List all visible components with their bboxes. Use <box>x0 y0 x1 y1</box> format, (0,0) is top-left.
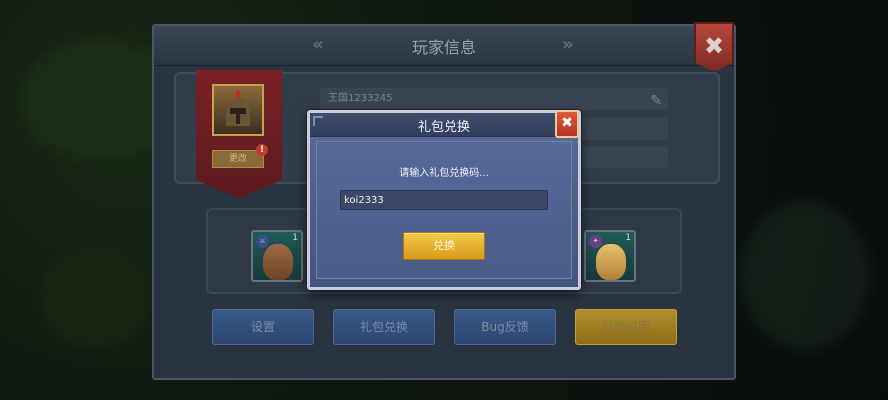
next-arrow-icon[interactable]: » <box>562 34 573 55</box>
edit-pencil-icon[interactable]: ✎ <box>650 90 662 112</box>
dialog-title: 礼包兑换 <box>417 120 470 135</box>
settings-button[interactable]: 设置 <box>212 309 314 345</box>
hero-class-icon: ⚔ <box>256 235 269 248</box>
dialog-header: 礼包兑换 <box>310 113 578 137</box>
helmet-icon <box>225 90 251 126</box>
kingdom-name-field[interactable]: 王国1233245 ✎ <box>320 88 668 110</box>
hero-portrait <box>263 244 293 280</box>
code-prompt-text: 请输入礼包兑换码... <box>399 168 489 179</box>
hero-level: 1 <box>625 233 631 243</box>
alert-badge-icon: ! <box>256 144 268 156</box>
window-title-bar: « 玩家信息 » <box>154 26 734 66</box>
hero-level: 1 <box>292 233 298 243</box>
hero-portrait <box>596 244 626 280</box>
gift-code-input[interactable] <box>340 190 548 210</box>
gift-redeem-button[interactable]: 礼包兑换 <box>333 309 435 345</box>
hero-card-warrior[interactable]: ⚔ 1 <box>251 230 303 282</box>
hero-class-icon: ✦ <box>589 235 602 248</box>
kingdom-name-label: 王国1233245 <box>328 93 393 104</box>
help-button[interactable]: 帮助说明 <box>575 309 677 345</box>
bug-feedback-button[interactable]: Bug反馈 <box>454 309 556 345</box>
window-title: 玩家信息 <box>411 38 476 57</box>
player-avatar[interactable] <box>212 84 264 136</box>
hero-card-heroine[interactable]: ✦ 1 <box>584 230 636 282</box>
dialog-close-button[interactable]: ✖ <box>555 110 579 138</box>
window-close-button[interactable]: ✖ <box>694 22 734 72</box>
redeem-button[interactable]: 兑换 <box>403 232 485 260</box>
